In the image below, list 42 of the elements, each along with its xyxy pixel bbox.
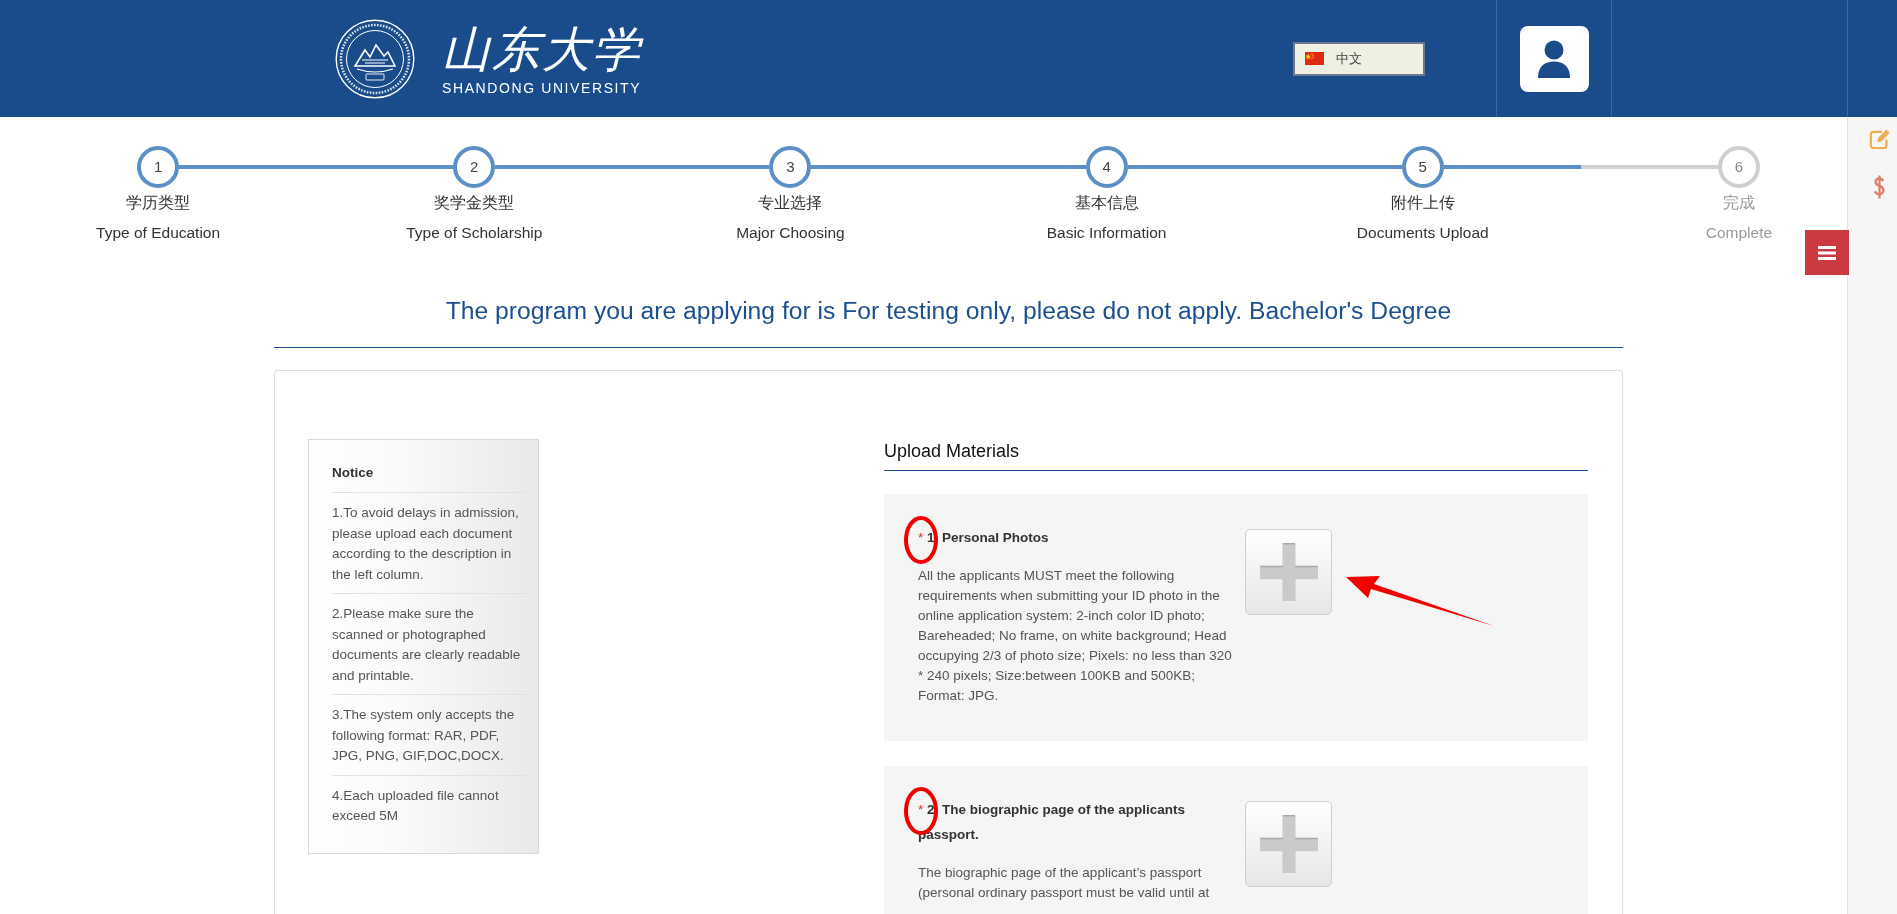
upload-item-description: All the applicants MUST meet the following requirements when submitting your ID photo in the online application system: 2-inch color ID photo; Bareheaded; No frame, on white background; Head occupying 2/3 of photo size; Pixels: no less than 320 * 240 pixels; Size:between 100KB and 500KB; Format: JPG.: [918, 567, 1233, 705]
logo-chinese-name: 山东大学: [442, 21, 642, 77]
step-label-english: Complete: [1705, 223, 1773, 243]
notice-title: Notice: [332, 464, 375, 482]
upload-item-description: The biographic page of the applicant’s passport (personal ordinary passport must be valid until at: [918, 864, 1211, 902]
step-label-chinese: 基本信息: [1074, 193, 1139, 213]
step-label-english: Type of Scholarship: [406, 223, 543, 243]
step-label-english: Documents Upload: [1356, 223, 1489, 243]
step-label-english: Type of Education: [96, 223, 221, 243]
step-circle: 1: [137, 146, 180, 188]
flag-icon: [1305, 52, 1324, 65]
menu-button[interactable]: [1805, 230, 1849, 275]
step-circle: 5: [1401, 146, 1444, 188]
step-label-chinese: 专业选择: [758, 193, 823, 213]
program-title: The program you are applying for is For testing only, please do not apply. Bachelor's Degree: [444, 296, 1453, 326]
emblem-icon: [335, 18, 415, 99]
menu-icon: [1818, 245, 1836, 260]
step-label-chinese: 学历类型: [126, 193, 191, 213]
step-label-chinese: 奖学金类型: [434, 193, 515, 213]
step-circle: 4: [1085, 146, 1128, 188]
edit-icon[interactable]: [1869, 129, 1891, 149]
notice-item: 3.The system only accepts the following format: RAR, PDF, JPG, PNG, GIF,DOC,DOCX.: [332, 694, 528, 775]
plus-icon: [1259, 815, 1318, 873]
notice-item: 1.To avoid delays in admission, please upload each document according to the description in the left column.: [332, 492, 528, 593]
step-label-chinese: 附件上传: [1390, 193, 1455, 213]
notice-item: 2.Please make sure the scanned or photographed documents are clearly readable and printable.: [332, 593, 528, 694]
user-button[interactable]: [1519, 25, 1589, 92]
language-select[interactable]: 中文: [1293, 41, 1425, 76]
upload-button[interactable]: [1245, 801, 1332, 887]
step-circle: 6: [1717, 146, 1760, 188]
step-circle: 3: [769, 146, 812, 188]
step-label-english: Major Choosing: [736, 223, 845, 243]
plus-icon: [1259, 543, 1318, 601]
upload-button[interactable]: [1245, 529, 1332, 615]
user-icon: [1537, 39, 1571, 78]
notice-item: 4.Each uploaded file cannot exceed 5M: [332, 774, 528, 835]
dollar-icon[interactable]: [1873, 175, 1886, 199]
section-heading: Upload Materials: [884, 440, 1021, 463]
step-circle: 2: [453, 146, 496, 188]
step-label-chinese: 完成: [1722, 193, 1755, 213]
step-label-english: Basic Information: [1046, 223, 1167, 243]
logo-english-name: SHANDONG UNIVERSITY: [442, 80, 642, 96]
